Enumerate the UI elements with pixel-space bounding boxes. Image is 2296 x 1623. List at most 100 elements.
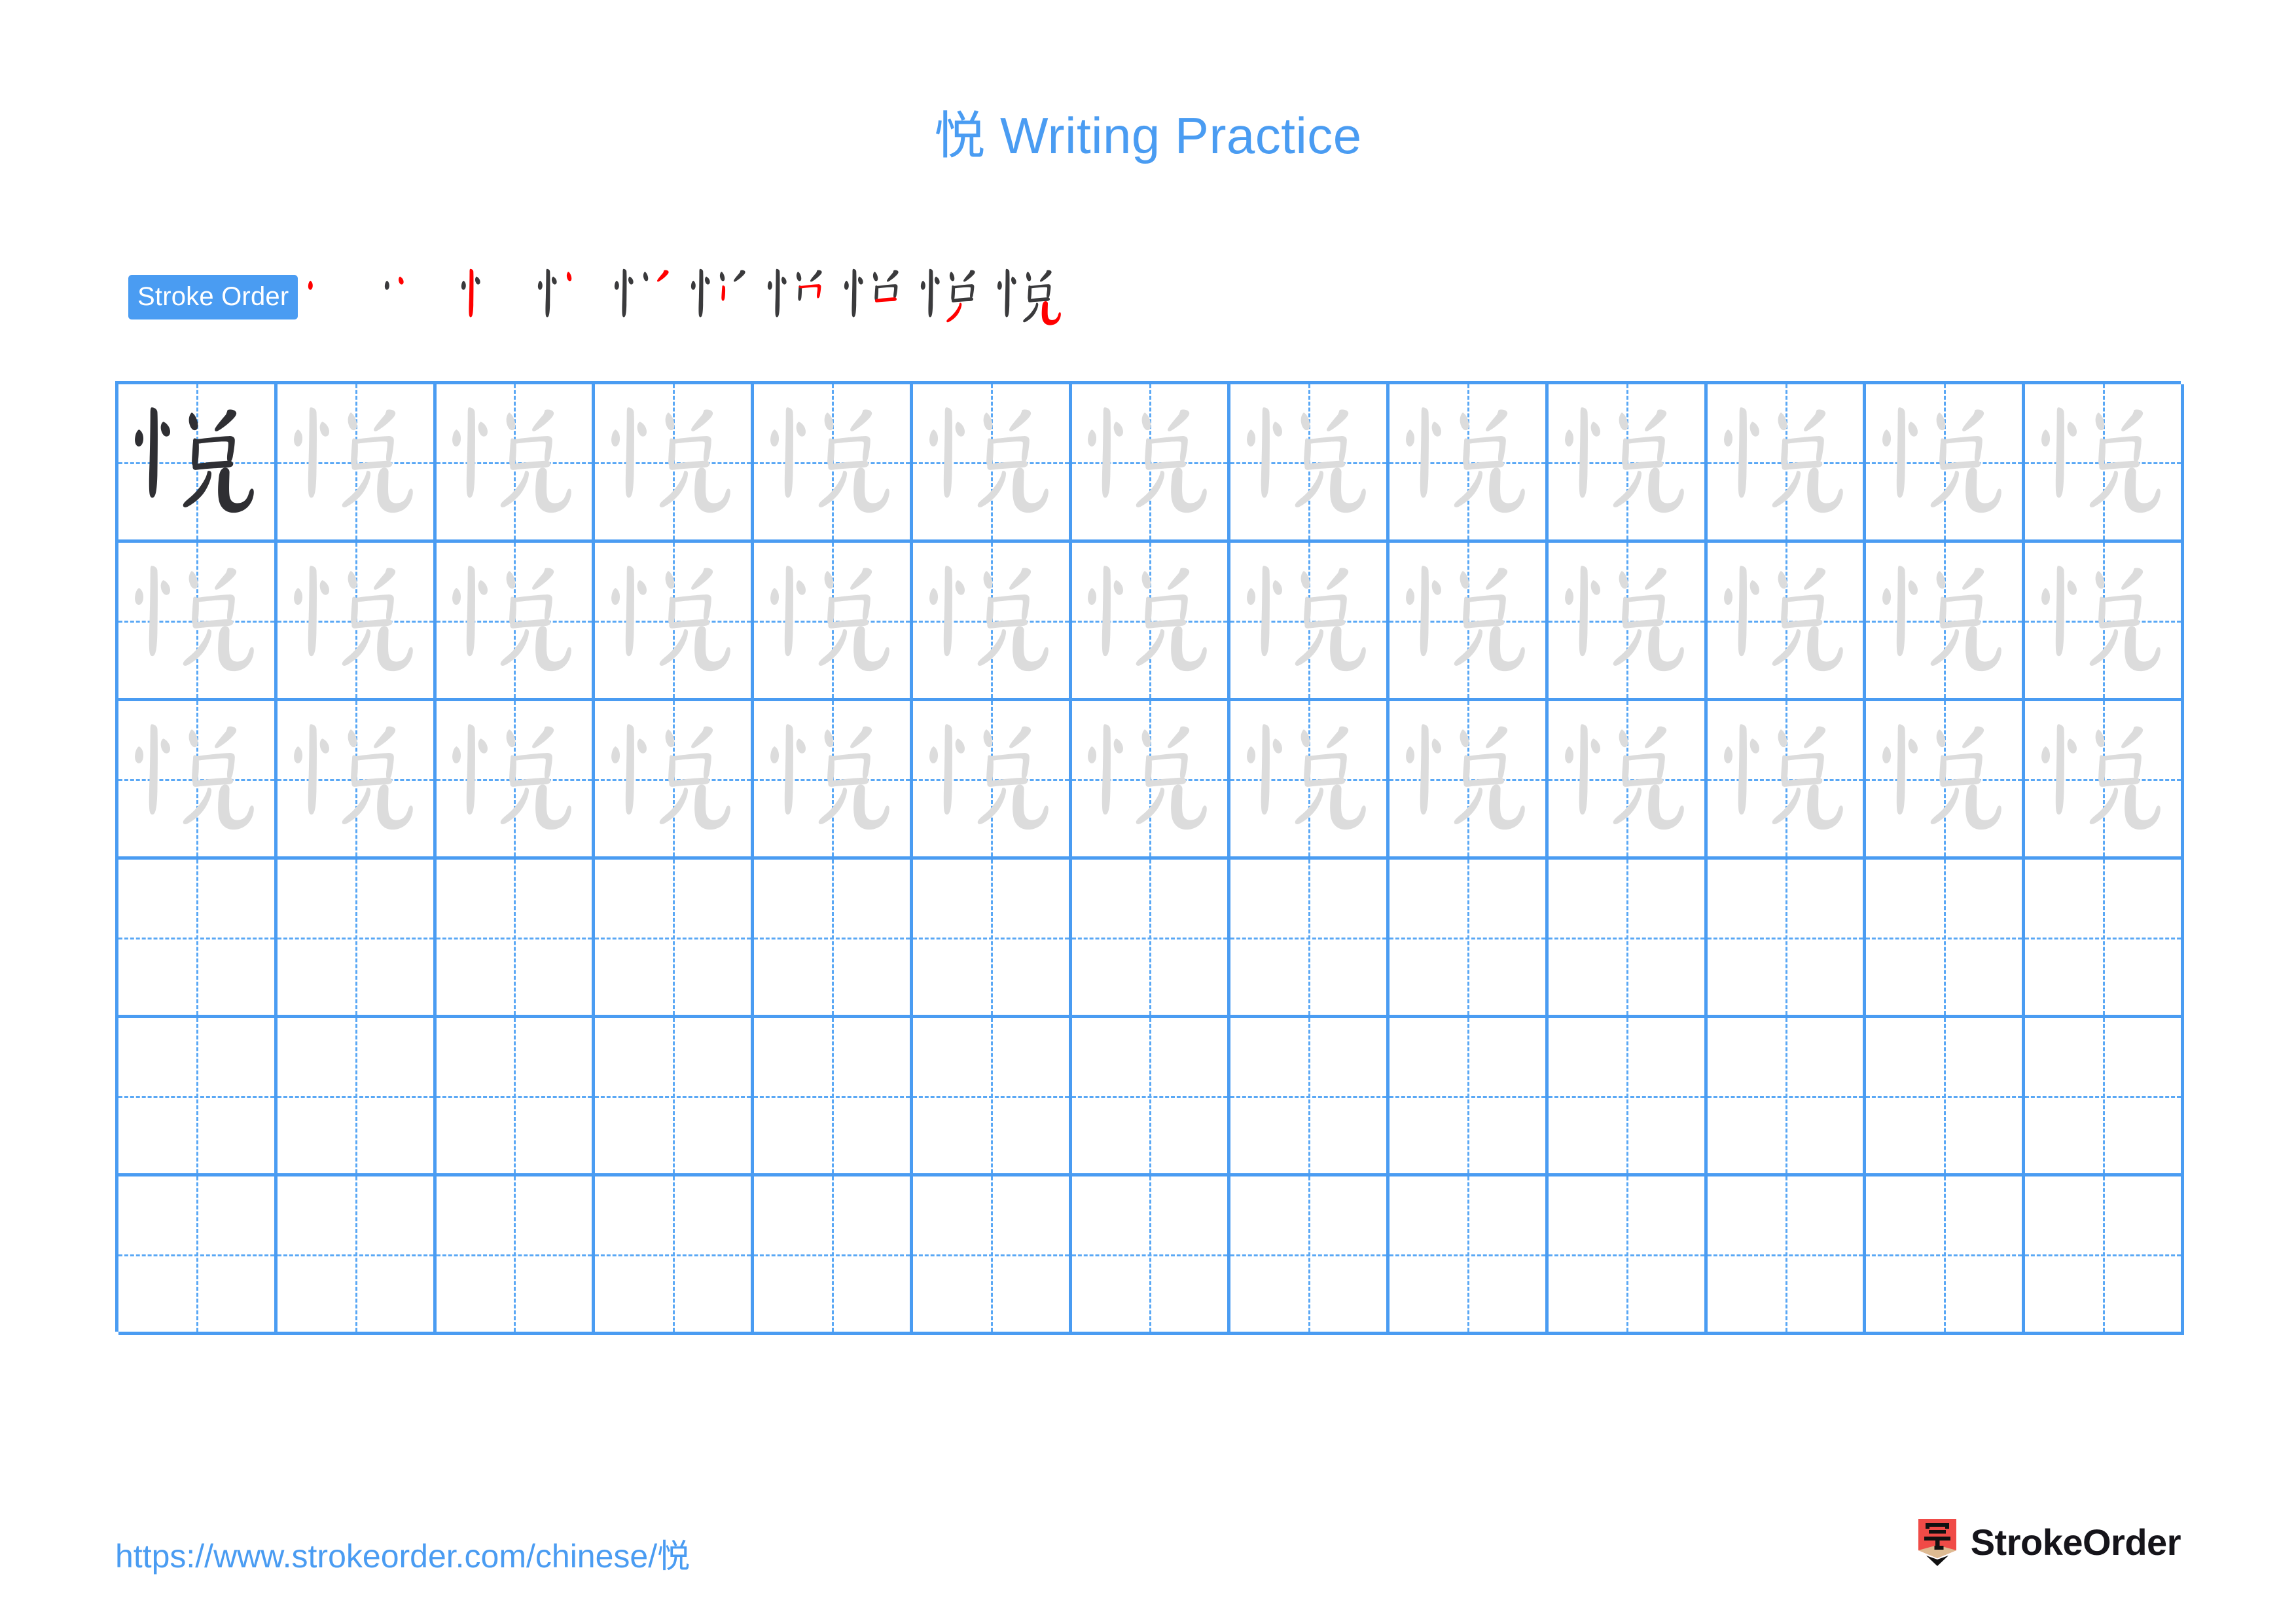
practice-cell-4-2[interactable] [277, 860, 437, 1018]
practice-cell-1-8[interactable] [1230, 384, 1390, 543]
practice-cell-5-9[interactable] [1390, 1018, 1549, 1176]
practice-cell-6-3[interactable] [436, 1176, 596, 1335]
practice-cell-1-12[interactable] [1866, 384, 2026, 543]
trace-character-glyph [278, 384, 433, 539]
stroke-order-step-7 [761, 261, 838, 334]
practice-cell-6-9[interactable] [1390, 1176, 1549, 1335]
practice-cell-4-7[interactable] [1071, 860, 1231, 1018]
trace-character-glyph [118, 543, 274, 698]
practice-cell-6-6[interactable] [912, 1176, 1072, 1335]
practice-cell-3-9[interactable] [1390, 701, 1549, 860]
practice-cell-1-6[interactable] [912, 384, 1072, 543]
practice-cell-5-13[interactable] [2025, 1018, 2184, 1176]
practice-cell-1-13[interactable] [2025, 384, 2184, 543]
practice-cell-4-4[interactable] [595, 860, 755, 1018]
practice-cell-4-1[interactable] [118, 860, 278, 1018]
practice-cell-5-1[interactable] [118, 1018, 278, 1176]
practice-cell-6-1[interactable] [118, 1176, 278, 1335]
footer-brand[interactable]: StrokeOrder [1917, 1518, 2181, 1567]
practice-cell-2-6[interactable] [912, 543, 1072, 701]
practice-cell-4-8[interactable] [1230, 860, 1390, 1018]
practice-cell-1-11[interactable] [1707, 384, 1867, 543]
footer-url[interactable]: https://www.strokeorder.com/chinese/悦 [115, 1530, 690, 1577]
practice-cell-6-8[interactable] [1230, 1176, 1390, 1335]
practice-cell-4-6[interactable] [912, 860, 1072, 1018]
practice-cell-4-10[interactable] [1548, 860, 1708, 1018]
practice-cell-1-10[interactable] [1548, 384, 1708, 543]
practice-cell-3-10[interactable] [1548, 701, 1708, 860]
stroke-order-step-3 [455, 261, 531, 334]
practice-cell-3-5[interactable] [754, 701, 913, 860]
practice-grid-row [118, 543, 2184, 701]
practice-cell-5-3[interactable] [436, 1018, 596, 1176]
practice-cell-5-8[interactable] [1230, 1018, 1390, 1176]
practice-cell-1-4[interactable] [595, 384, 755, 543]
practice-cell-2-10[interactable] [1548, 543, 1708, 701]
practice-cell-6-13[interactable] [2025, 1176, 2184, 1335]
practice-cell-5-12[interactable] [1866, 1018, 2026, 1176]
page-title: 悦 Writing Practice [0, 110, 2296, 161]
trace-character-glyph [1708, 701, 1863, 856]
practice-cell-2-12[interactable] [1866, 543, 2026, 701]
practice-cell-2-3[interactable] [436, 543, 596, 701]
practice-cell-5-4[interactable] [595, 1018, 755, 1176]
practice-cell-4-3[interactable] [436, 860, 596, 1018]
practice-cell-3-8[interactable] [1230, 701, 1390, 860]
stroke-order-step-4 [531, 261, 608, 334]
practice-cell-6-5[interactable] [754, 1176, 913, 1335]
practice-cell-1-3[interactable] [436, 384, 596, 543]
practice-cell-2-13[interactable] [2025, 543, 2184, 701]
practice-cell-1-1[interactable] [118, 384, 278, 543]
practice-cell-5-10[interactable] [1548, 1018, 1708, 1176]
practice-cell-6-7[interactable] [1071, 1176, 1231, 1335]
practice-cell-1-2[interactable] [277, 384, 437, 543]
trace-character-glyph [437, 701, 592, 856]
practice-grid-row [118, 384, 2184, 543]
practice-cell-2-9[interactable] [1390, 543, 1549, 701]
practice-cell-1-9[interactable] [1390, 384, 1549, 543]
practice-cell-5-2[interactable] [277, 1018, 437, 1176]
practice-cell-2-8[interactable] [1230, 543, 1390, 701]
trace-character-glyph [2025, 701, 2181, 856]
practice-cell-6-10[interactable] [1548, 1176, 1708, 1335]
practice-cell-1-7[interactable] [1071, 384, 1231, 543]
practice-cell-3-13[interactable] [2025, 701, 2184, 860]
trace-character-glyph [1549, 543, 1704, 698]
trace-character-glyph [1230, 543, 1386, 698]
practice-cell-2-11[interactable] [1707, 543, 1867, 701]
practice-cell-2-5[interactable] [754, 543, 913, 701]
trace-character-glyph [1708, 543, 1863, 698]
practice-cell-2-7[interactable] [1071, 543, 1231, 701]
practice-cell-5-6[interactable] [912, 1018, 1072, 1176]
model-character-glyph [118, 384, 274, 539]
trace-character-glyph [754, 543, 910, 698]
practice-cell-3-7[interactable] [1071, 701, 1231, 860]
practice-cell-5-7[interactable] [1071, 1018, 1231, 1176]
practice-cell-6-4[interactable] [595, 1176, 755, 1335]
practice-cell-3-4[interactable] [595, 701, 755, 860]
practice-cell-4-12[interactable] [1866, 860, 2026, 1018]
practice-cell-2-1[interactable] [118, 543, 278, 701]
practice-cell-4-13[interactable] [2025, 860, 2184, 1018]
practice-cell-4-5[interactable] [754, 860, 913, 1018]
practice-cell-4-11[interactable] [1707, 860, 1867, 1018]
practice-cell-3-3[interactable] [436, 701, 596, 860]
trace-character-glyph [1708, 384, 1863, 539]
practice-cell-6-2[interactable] [277, 1176, 437, 1335]
practice-cell-5-11[interactable] [1707, 1018, 1867, 1176]
stroke-order-step-10 [991, 261, 1067, 334]
practice-cell-3-6[interactable] [912, 701, 1072, 860]
practice-cell-6-11[interactable] [1707, 1176, 1867, 1335]
practice-cell-3-12[interactable] [1866, 701, 2026, 860]
practice-grid-row [118, 1176, 2184, 1335]
practice-cell-1-5[interactable] [754, 384, 913, 543]
practice-cell-2-2[interactable] [277, 543, 437, 701]
practice-cell-3-2[interactable] [277, 701, 437, 860]
practice-cell-3-11[interactable] [1707, 701, 1867, 860]
practice-cell-4-9[interactable] [1390, 860, 1549, 1018]
practice-cell-6-12[interactable] [1866, 1176, 2026, 1335]
practice-cell-5-5[interactable] [754, 1018, 913, 1176]
practice-cell-2-4[interactable] [595, 543, 755, 701]
trace-character-glyph [595, 384, 751, 539]
practice-cell-3-1[interactable] [118, 701, 278, 860]
